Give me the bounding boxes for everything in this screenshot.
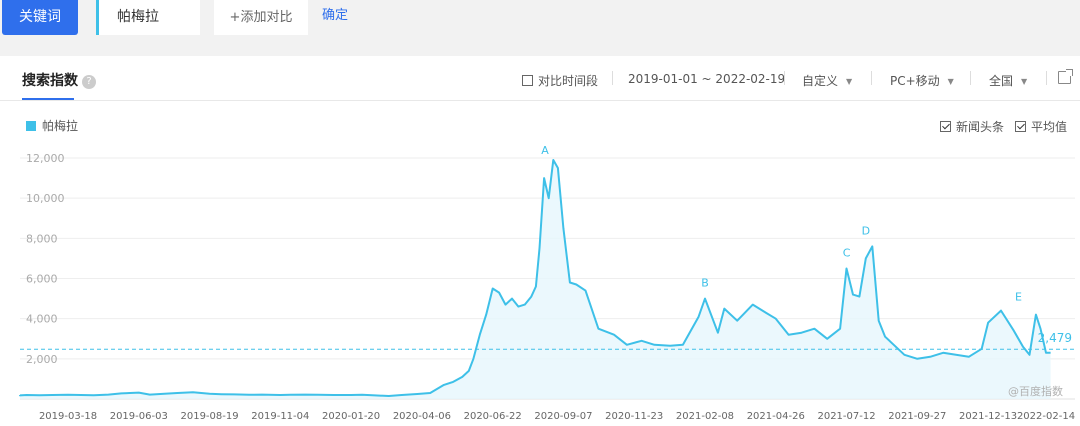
divider (784, 71, 785, 85)
divider (1046, 71, 1047, 85)
caret-down-icon: ▼ (1021, 77, 1028, 86)
divider (970, 71, 971, 85)
keyword-button[interactable]: 关键词 (2, 0, 78, 35)
confirm-link[interactable]: 确定 (322, 0, 348, 35)
tab-search-index[interactable]: 搜索指数? (22, 70, 96, 90)
panel-divider (0, 100, 1080, 101)
chart-legend[interactable]: 帕梅拉 (26, 117, 78, 134)
checkbox-checked-icon (940, 121, 951, 132)
tab-label: 搜索指数 (22, 73, 78, 89)
add-compare-button[interactable]: +添加对比 (214, 0, 308, 35)
average-label: 平均值 (1031, 120, 1068, 134)
question-icon[interactable]: ? (82, 75, 96, 89)
device-label: PC+移动 (890, 74, 940, 88)
top-toolbar: 关键词 帕梅拉 +添加对比 确定 (0, 0, 1080, 56)
compare-period-label: 对比时间段 (538, 74, 599, 88)
keyword-input[interactable]: 帕梅拉 (96, 0, 200, 35)
legend-label: 帕梅拉 (42, 119, 79, 133)
external-link-icon[interactable] (1058, 69, 1073, 84)
checkbox-checked-icon (1015, 121, 1026, 132)
average-checkbox[interactable]: 平均值 (1015, 118, 1067, 135)
custom-dropdown[interactable]: 自定义 ▼ (802, 72, 852, 89)
date-range-picker[interactable]: 2019-01-01 ~ 2022-02-19 (628, 72, 785, 86)
custom-label: 自定义 (802, 74, 839, 88)
device-dropdown[interactable]: PC+移动 ▼ (890, 72, 954, 89)
divider (612, 71, 613, 85)
caret-down-icon: ▼ (846, 77, 853, 86)
compare-period-checkbox[interactable]: 对比时间段 (522, 72, 598, 89)
region-label: 全国 (989, 74, 1014, 88)
news-headlines-label: 新闻头条 (956, 120, 1005, 134)
region-dropdown[interactable]: 全国 ▼ (989, 72, 1027, 89)
caret-down-icon: ▼ (947, 77, 954, 86)
checkbox-icon (522, 75, 533, 86)
divider (871, 71, 872, 85)
search-index-panel: 搜索指数? 对比时间段 2019-01-01 ~ 2022-02-19 自定义 ▼… (0, 56, 1080, 426)
legend-swatch (26, 121, 36, 131)
news-headlines-checkbox[interactable]: 新闻头条 (940, 118, 1004, 135)
